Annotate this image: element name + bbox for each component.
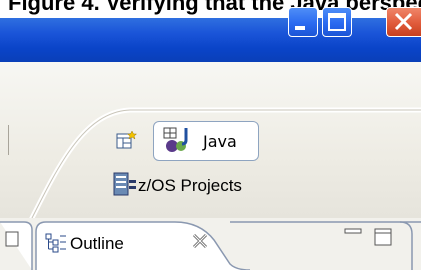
- maximize-button[interactable]: [322, 7, 352, 37]
- minimize-view-icon[interactable]: [342, 226, 364, 240]
- figure-caption: Figure 4. Verifying that the Java perspe…: [0, 0, 421, 18]
- open-perspective-icon[interactable]: [115, 130, 139, 152]
- figure-caption-text: Figure 4. Verifying that the Java perspe…: [8, 0, 421, 15]
- close-tab-icon[interactable]: [192, 233, 208, 249]
- close-button[interactable]: [386, 7, 421, 37]
- close-icon: [394, 12, 413, 31]
- maximize-view-icon[interactable]: [372, 226, 396, 250]
- java-perspective-icon: [163, 127, 188, 152]
- minimize-icon: [295, 26, 305, 30]
- maximize-icon: [328, 13, 346, 31]
- minimize-button[interactable]: [288, 7, 318, 37]
- zos-projects-label[interactable]: z/OS Projects: [138, 176, 242, 196]
- zos-projects-icon[interactable]: [112, 172, 138, 198]
- java-perspective-label: Java: [203, 132, 237, 151]
- window-titlebar: [0, 18, 421, 62]
- outline-tab-label[interactable]: Outline: [70, 234, 124, 254]
- outline-icon: [45, 233, 66, 253]
